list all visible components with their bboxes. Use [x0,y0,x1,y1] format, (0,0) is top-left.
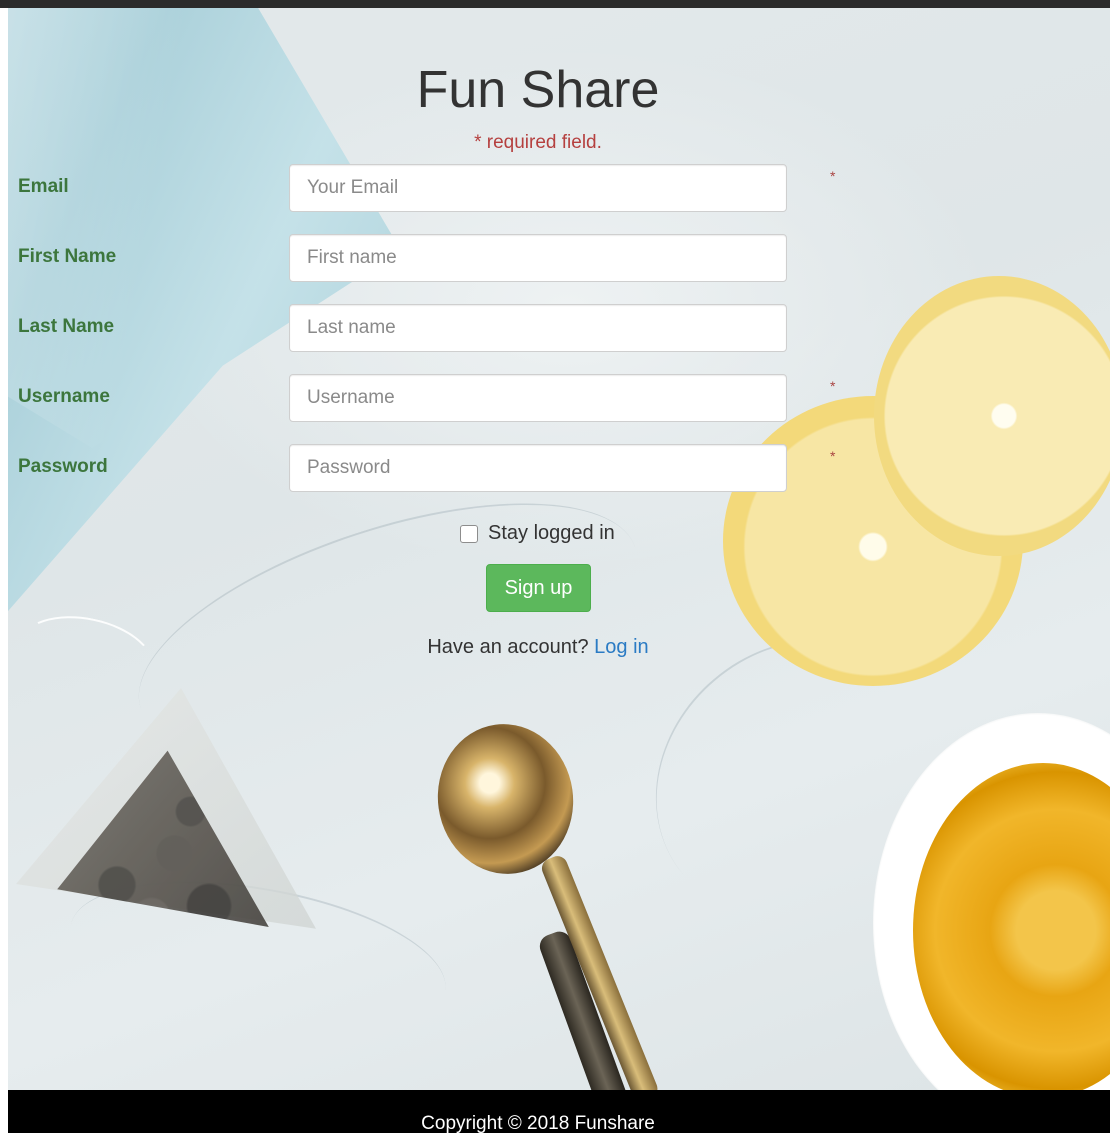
first-name-row: First Name [8,234,1110,296]
last-name-label: Last Name [18,316,115,337]
password-row: Password * [8,444,1110,506]
top-border [0,0,1110,8]
required-field-note: * required field. [474,132,602,153]
stay-logged-in-label: Stay logged in [488,522,615,544]
username-row: Username * [8,374,1110,436]
first-name-input[interactable] [289,234,787,282]
stay-logged-in-checkbox[interactable] [460,524,478,543]
email-required-mark: * [830,168,836,184]
password-label: Password [18,456,108,477]
last-name-input[interactable] [289,304,787,352]
login-prompt: Have an account? Log in [8,636,1068,659]
log-in-link[interactable]: Log in [594,636,649,658]
username-label: Username [18,386,110,407]
first-name-label: First Name [18,246,117,267]
email-input[interactable] [289,164,787,212]
last-name-row: Last Name [8,304,1110,366]
page-title: Fun Share [416,61,660,119]
signup-panel: Fun Share * required field. Email * Firs… [8,8,1110,1090]
email-label: Email [18,176,69,197]
page-footer: Copyright © 2018 Funshare [8,1090,1110,1133]
stay-logged-in-option[interactable]: Stay logged in [460,522,615,545]
password-required-mark: * [830,448,836,464]
password-input[interactable] [289,444,787,492]
sign-up-button[interactable]: Sign up [486,564,591,612]
email-row: Email * [8,164,1110,226]
copyright-text: Copyright © 2018 Funshare [421,1113,655,1133]
username-input[interactable] [289,374,787,422]
username-required-mark: * [830,378,836,394]
left-border [0,8,8,1133]
have-account-text: Have an account? [427,636,589,658]
